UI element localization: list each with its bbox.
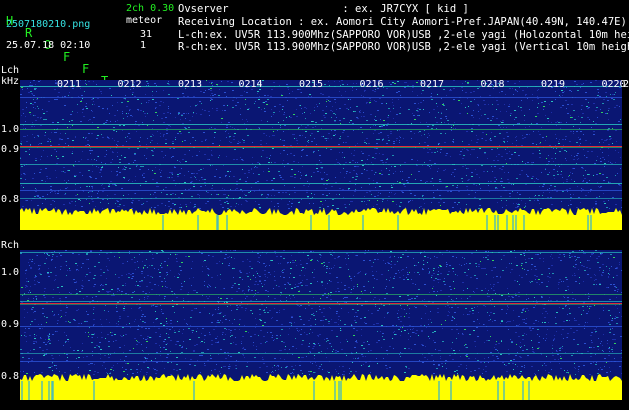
time-label: 0220: [601, 79, 626, 90]
title-letter: F: [82, 62, 90, 76]
rch-waterfall: [20, 250, 622, 400]
lch-unit-label: kHz: [1, 76, 20, 87]
lch-ytick: 1.0: [1, 124, 20, 135]
time-label: 0219: [541, 79, 566, 90]
rch-ytick: 1.0: [1, 267, 20, 278]
meteor-label: meteor: [126, 15, 163, 26]
time-label: 0216: [359, 79, 384, 90]
time-label: 0211: [57, 79, 82, 90]
lch-info: L-ch:ex. UV5R 113.900Mhz(SAPPORO VOR)USB…: [178, 29, 629, 41]
title-letter: F: [63, 50, 71, 64]
time-label: 0218: [480, 79, 505, 90]
lch-spectrogram: [20, 80, 622, 230]
lch-ytick: 0.9: [1, 144, 20, 155]
time-label: 0212: [117, 79, 142, 90]
time-label: 0213: [178, 79, 203, 90]
meteor-count-rch: 1: [140, 40, 147, 51]
time-label: 0214: [238, 79, 263, 90]
rch-channel-label: Rch: [1, 240, 20, 251]
location-info: Receiving Location : ex. Aomori City Aom…: [178, 16, 627, 28]
observer-info: Ovserver : ex. JR7CYX [ kid ]: [178, 3, 469, 15]
lch-channel-label: Lch: [1, 65, 20, 76]
time-label: 0215: [299, 79, 324, 90]
rch-spectrogram: [20, 250, 622, 400]
lch-waterfall: [20, 80, 622, 230]
timestamp-label: 25.07.18 02:10: [6, 40, 91, 51]
meteor-count-lch: 31: [140, 29, 153, 40]
mode-label: 2ch 0.30: [126, 3, 175, 14]
time-label: 0217: [420, 79, 445, 90]
rch-ytick: 0.9: [1, 319, 20, 330]
filename-label: 2507180210.png: [6, 19, 91, 30]
rch-ytick: 0.8: [1, 371, 20, 382]
lch-ytick: 0.8: [1, 194, 20, 205]
rch-info: R-ch:ex. UV5R 113.900Mhz(SAPPORO VOR)USB…: [178, 41, 629, 53]
